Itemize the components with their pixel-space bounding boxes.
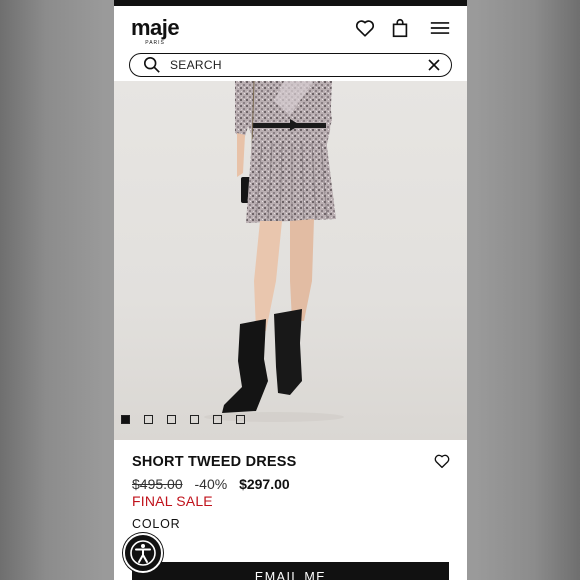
sale-price: $297.00 [239,476,290,492]
shopping-bag-icon[interactable] [389,17,411,39]
search-bar[interactable]: SEARCH [129,53,452,77]
brand-logo[interactable]: maje PARIS [131,15,180,47]
brand-name: maje [131,15,180,40]
product-title: SHORT TWEED DRESS [132,454,297,470]
price-row: $495.00 -40% $297.00 [132,476,290,492]
gallery-dot-4[interactable] [190,415,199,424]
discount-badge: -40% [194,476,228,492]
model-illustration [204,81,344,422]
email-me-button[interactable]: EMAIL ME [132,562,449,580]
search-icon [143,56,160,73]
accessibility-icon [130,540,156,566]
close-icon[interactable] [427,58,441,72]
gallery-dot-1[interactable] [121,415,130,424]
gallery-dot-3[interactable] [167,415,176,424]
brand-sub: PARIS [145,40,165,46]
product-info: SHORT TWEED DRESS $495.00 -40% $297.00 F… [114,440,467,580]
site-header: maje PARIS [114,6,467,52]
original-price: $495.00 [132,476,183,492]
heart-icon[interactable] [354,17,376,39]
wishlist-heart-icon[interactable] [433,452,451,470]
accessibility-button[interactable] [123,533,163,573]
final-sale-label: FINAL SALE [132,493,213,509]
gallery-dot-2[interactable] [144,415,153,424]
menu-icon[interactable] [429,17,451,39]
search-input[interactable]: SEARCH [170,58,222,72]
mobile-page: maje PARIS SEARCH SHORT TWEED DRESS $495… [114,0,467,580]
color-label: COLOR [132,517,181,531]
product-image[interactable] [114,81,467,440]
gallery-dot-5[interactable] [213,415,222,424]
gallery-dot-6[interactable] [236,415,245,424]
